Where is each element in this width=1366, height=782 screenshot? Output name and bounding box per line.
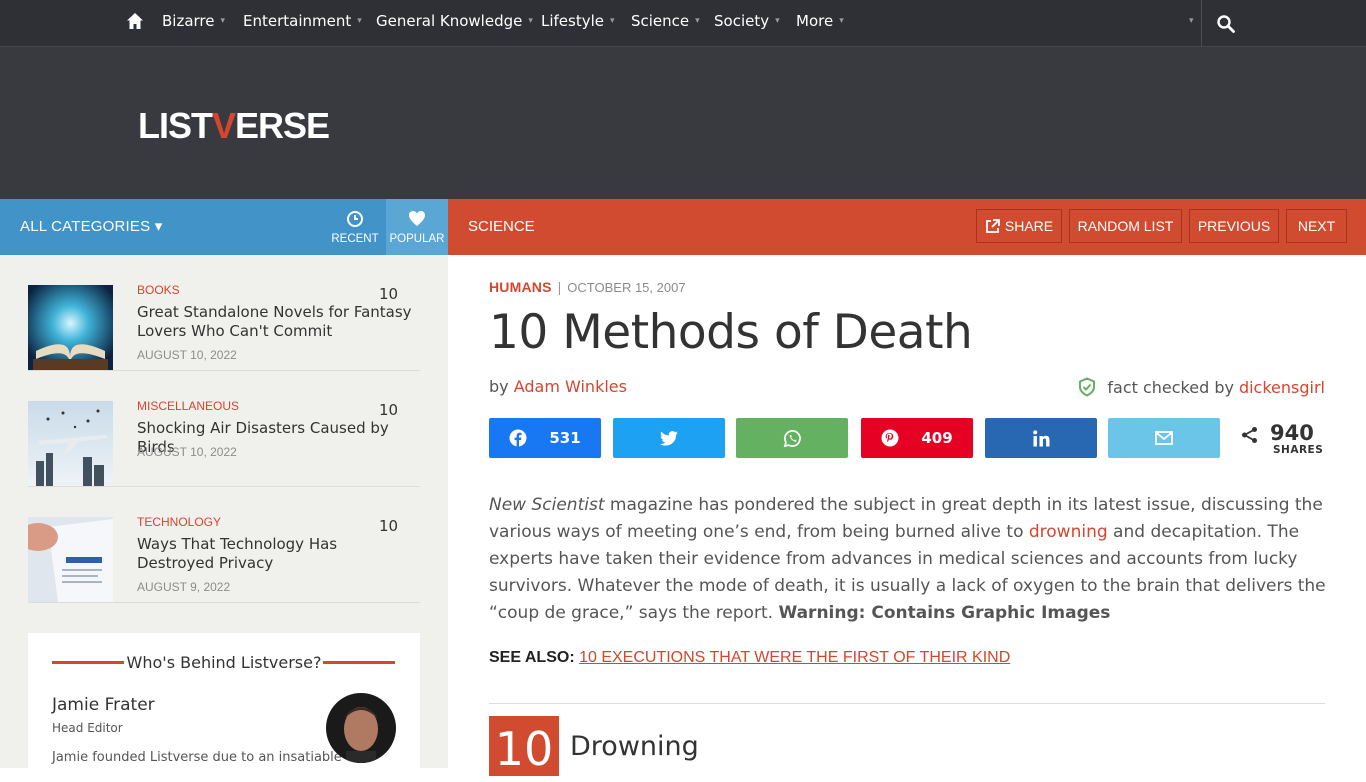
listverse-logo[interactable]: LISTVERSE [138,105,330,147]
email-icon [1155,431,1173,445]
pinterest-share-count: 409 [921,429,953,447]
linkedin-share-button[interactable] [985,418,1097,458]
entry-title: Drowning [570,731,699,762]
card-date: AUGUST 10, 2022 [137,445,237,459]
facebook-icon [509,429,527,447]
sidebar: BOOKS 10 Great Standalone Novels for Fan… [0,255,448,768]
fact-checker-link[interactable]: dickensgirl [1239,378,1325,397]
tab-recent-label: RECENT [331,233,379,245]
card-title[interactable]: Ways That Technology Has Destroyed Priva… [137,535,417,573]
previous-button[interactable]: PREVIOUS [1189,209,1279,243]
see-also-link[interactable]: 10 EXECUTIONS THAT WERE THE FIRST OF THE… [579,649,1010,666]
pinterest-icon [881,429,899,447]
list-item[interactable]: TECHNOLOGY 10 Ways That Technology Has D… [28,487,420,603]
card-count: 10 [379,401,399,419]
all-categories-dropdown[interactable]: ALL CATEGORIES ▾ [20,217,162,235]
nav-item-science[interactable]: Science ▾ [631,12,700,30]
tab-recent[interactable]: RECENT [324,199,386,255]
article-toolbar: SCIENCE SHARE RANDOM LIST PREVIOUS NEXT [448,199,1366,255]
facebook-share-count: 531 [549,429,581,447]
card-date: AUGUST 9, 2022 [137,580,231,594]
sidebar-header: ALL CATEGORIES ▾ RECENT POPULAR [0,199,448,255]
card-category[interactable]: MISCELLANEOUS [137,399,239,413]
divider [489,703,1325,704]
heart-icon [409,211,425,226]
whatsapp-icon [783,429,801,447]
article-category[interactable]: HUMANS [489,279,552,295]
page-title: 10 Methods of Death [489,305,973,360]
byline: by Adam Winkles [489,377,627,396]
avatar [326,693,396,763]
chevron-down-icon: ▾ [610,16,615,26]
chevron-down-icon: ▾ [528,16,533,26]
card-count: 10 [379,285,399,303]
random-list-button[interactable]: RANDOM LIST [1069,209,1182,243]
article-date: OCTOBER 15, 2007 [567,280,686,295]
article: HUMANS | OCTOBER 15, 2007 10 Methods of De… [448,255,1366,776]
chevron-down-icon: ▾ [839,16,844,26]
chevron-down-icon: ▾ [220,16,226,26]
chevron-down-icon: ▾ [775,16,780,26]
card-category[interactable]: TECHNOLOGY [137,515,221,529]
facebook-share-button[interactable]: 531 [489,418,601,458]
article-meta: HUMANS | OCTOBER 15, 2007 [489,279,686,295]
next-button[interactable]: NEXT [1286,209,1347,243]
share-button[interactable]: SHARE [976,209,1062,243]
author-link[interactable]: Adam Winkles [514,377,627,396]
nav-item-lifestyle[interactable]: Lifestyle ▾ [541,12,615,30]
twitter-share-button[interactable] [613,418,725,458]
list-item[interactable]: MISCELLANEOUS 10 Shocking Air Disasters … [28,371,420,487]
twitter-icon [660,430,678,446]
see-also: SEE ALSO: 10 EXECUTIONS THAT WERE THE FI… [489,649,1011,666]
article-thumbnail[interactable] [28,285,113,370]
chevron-down-icon: ▾ [357,16,362,26]
list-item[interactable]: BOOKS 10 Great Standalone Novels for Fan… [28,255,420,371]
whatsapp-share-button[interactable] [736,418,848,458]
card-date: AUGUST 10, 2022 [137,348,237,362]
article-intro: New Scientist magazine has pondered the … [489,495,1326,623]
article-thumbnail[interactable] [28,401,113,486]
section-label[interactable]: SCIENCE [468,218,535,235]
nav-item-general-knowledge[interactable]: General Knowledge ▾ [376,12,533,30]
linkedin-icon [1032,429,1049,446]
card-title[interactable]: Great Standalone Novels for Fantasy Love… [137,303,417,341]
nav-item-society[interactable]: Society ▾ [714,12,780,30]
nav-item-more[interactable]: More ▾ [796,12,844,30]
editor-description: Jamie founded Listverse due to an insati… [52,750,342,765]
pinterest-share-button[interactable]: 409 [861,418,973,458]
entry-number: 10 [489,716,559,776]
total-shares-label: SHARES [1273,444,1324,456]
meta-separator: | [557,279,562,295]
shield-check-icon [1079,377,1096,397]
nav-item-entertainment[interactable]: Entertainment ▾ [243,12,362,30]
clock-icon [347,211,363,227]
chevron-down-icon: ▾ [695,16,700,26]
home-icon[interactable] [126,12,144,30]
card-count: 10 [379,517,399,535]
search-icon[interactable] [1216,14,1236,34]
email-share-button[interactable] [1108,418,1220,458]
total-shares-count: 940 [1270,421,1314,445]
editor-role: Head Editor [52,721,123,735]
total-shares: 940 SHARES [1241,421,1331,457]
who-title: Who's Behind Listverse? [126,653,322,672]
editor-name: Jamie Frater [52,695,155,715]
tab-popular[interactable]: POPULAR [386,199,448,255]
external-link-icon [985,218,1000,233]
card-category[interactable]: BOOKS [137,283,180,297]
top-nav: Bizarre ▾ Entertainment ▾ General Knowledg… [0,0,1366,47]
nav-divider [1201,0,1202,47]
tab-popular-label: POPULAR [389,233,445,245]
drowning-link[interactable]: drowning [1029,522,1108,542]
nav-item-bizarre[interactable]: Bizarre ▾ [162,12,225,30]
chevron-down-icon[interactable]: ▾ [1189,16,1194,26]
who-behind-box: Who's Behind Listverse? Jamie Frater Hea… [28,633,420,768]
article-thumbnail[interactable] [28,517,113,602]
header-banner: LISTVERSE [0,47,1366,199]
share-icon [1242,427,1257,443]
fact-check: fact checked by dickensgirl [1077,377,1325,397]
